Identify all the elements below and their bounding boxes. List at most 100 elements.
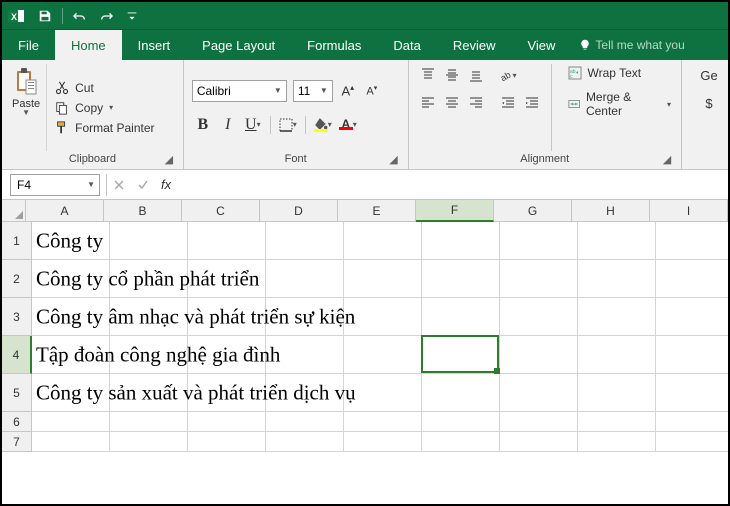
decrease-indent-button[interactable]	[497, 92, 519, 114]
underline-button[interactable]: U▾	[242, 114, 264, 136]
decrease-font-button[interactable]: A▾	[363, 80, 381, 102]
cell-F5[interactable]	[422, 374, 500, 412]
cell-E7[interactable]	[344, 432, 422, 452]
tab-file[interactable]: File	[2, 30, 55, 60]
tab-formulas[interactable]: Formulas	[291, 30, 377, 60]
column-header-B[interactable]: B	[104, 200, 182, 222]
cell-G2[interactable]	[500, 260, 578, 298]
column-header-G[interactable]: G	[494, 200, 572, 222]
cell-B1[interactable]	[110, 222, 188, 260]
cell-G1[interactable]	[500, 222, 578, 260]
cell-F3[interactable]	[422, 298, 500, 336]
cell-A2[interactable]	[32, 260, 110, 298]
grid-cells[interactable]: Công tyCông ty cổ phần phát triểnCông ty…	[32, 222, 728, 506]
cell-I5[interactable]	[656, 374, 728, 412]
row-header-1[interactable]: 1	[2, 222, 32, 260]
cell-F2[interactable]	[422, 260, 500, 298]
wrap-text-button[interactable]: abc Wrap Text	[566, 64, 673, 82]
cell-B4[interactable]	[110, 336, 188, 374]
formula-input[interactable]	[177, 174, 728, 196]
tab-insert[interactable]: Insert	[122, 30, 187, 60]
tab-data[interactable]: Data	[377, 30, 436, 60]
redo-button[interactable]	[95, 5, 117, 27]
cell-I4[interactable]	[656, 336, 728, 374]
cell-H2[interactable]	[578, 260, 656, 298]
cell-B3[interactable]	[110, 298, 188, 336]
tab-page-layout[interactable]: Page Layout	[186, 30, 291, 60]
cell-H4[interactable]	[578, 336, 656, 374]
cell-G5[interactable]	[500, 374, 578, 412]
cell-D3[interactable]	[266, 298, 344, 336]
align-top-button[interactable]	[417, 64, 439, 86]
column-header-D[interactable]: D	[260, 200, 338, 222]
cell-A6[interactable]	[32, 412, 110, 432]
cell-E3[interactable]	[344, 298, 422, 336]
cut-button[interactable]: Cut	[53, 80, 156, 96]
cell-A1[interactable]	[32, 222, 110, 260]
increase-indent-button[interactable]	[521, 92, 543, 114]
column-header-H[interactable]: H	[572, 200, 650, 222]
cell-E1[interactable]	[344, 222, 422, 260]
cell-E6[interactable]	[344, 412, 422, 432]
cell-A5[interactable]	[32, 374, 110, 412]
undo-button[interactable]	[69, 5, 91, 27]
cell-D4[interactable]	[266, 336, 344, 374]
cell-A4[interactable]	[32, 336, 110, 374]
row-header-5[interactable]: 5	[2, 374, 32, 412]
cell-H1[interactable]	[578, 222, 656, 260]
tab-home[interactable]: Home	[55, 30, 122, 60]
fx-label[interactable]: fx	[161, 177, 171, 192]
cell-F4[interactable]	[422, 336, 500, 374]
cell-G4[interactable]	[500, 336, 578, 374]
cell-B2[interactable]	[110, 260, 188, 298]
copy-button[interactable]: Copy ▾	[53, 100, 156, 116]
cell-D1[interactable]	[266, 222, 344, 260]
cell-I6[interactable]	[656, 412, 728, 432]
cell-A7[interactable]	[32, 432, 110, 452]
cell-E5[interactable]	[344, 374, 422, 412]
cell-F1[interactable]	[422, 222, 500, 260]
cell-C4[interactable]	[188, 336, 266, 374]
row-header-4[interactable]: 4	[2, 336, 32, 374]
cell-H5[interactable]	[578, 374, 656, 412]
align-middle-button[interactable]	[441, 64, 463, 86]
tab-view[interactable]: View	[511, 30, 571, 60]
cell-F7[interactable]	[422, 432, 500, 452]
italic-button[interactable]: I	[217, 114, 239, 136]
row-header-6[interactable]: 6	[2, 412, 32, 432]
tell-me[interactable]: Tell me what you	[579, 30, 684, 60]
cell-H6[interactable]	[578, 412, 656, 432]
cell-D6[interactable]	[266, 412, 344, 432]
row-header-3[interactable]: 3	[2, 298, 32, 336]
cell-G6[interactable]	[500, 412, 578, 432]
cell-D5[interactable]	[266, 374, 344, 412]
increase-font-button[interactable]: A▴	[339, 80, 357, 102]
cell-I2[interactable]	[656, 260, 728, 298]
bold-button[interactable]: B	[192, 114, 214, 136]
column-header-F[interactable]: F	[416, 200, 494, 222]
cell-I7[interactable]	[656, 432, 728, 452]
cell-C2[interactable]	[188, 260, 266, 298]
cell-H7[interactable]	[578, 432, 656, 452]
cell-D7[interactable]	[266, 432, 344, 452]
cell-G7[interactable]	[500, 432, 578, 452]
cell-B5[interactable]	[110, 374, 188, 412]
alignment-dialog-launcher[interactable]: ◢	[661, 153, 673, 165]
tab-review[interactable]: Review	[437, 30, 512, 60]
name-box[interactable]: F4▼	[10, 174, 100, 196]
qat-customize-button[interactable]	[121, 5, 143, 27]
align-left-button[interactable]	[417, 92, 439, 114]
border-button[interactable]: ▾	[277, 114, 299, 136]
font-size-select[interactable]: 11▼	[293, 80, 333, 102]
cancel-formula-button[interactable]	[107, 174, 131, 196]
cell-E2[interactable]	[344, 260, 422, 298]
clipboard-dialog-launcher[interactable]: ◢	[163, 153, 175, 165]
merge-center-button[interactable]: Merge & Center ▾	[566, 88, 673, 120]
cell-C1[interactable]	[188, 222, 266, 260]
enter-formula-button[interactable]	[131, 174, 155, 196]
cell-H3[interactable]	[578, 298, 656, 336]
format-painter-button[interactable]: Format Painter	[53, 120, 156, 136]
column-header-I[interactable]: I	[650, 200, 728, 222]
cell-D2[interactable]	[266, 260, 344, 298]
font-dialog-launcher[interactable]: ◢	[388, 153, 400, 165]
